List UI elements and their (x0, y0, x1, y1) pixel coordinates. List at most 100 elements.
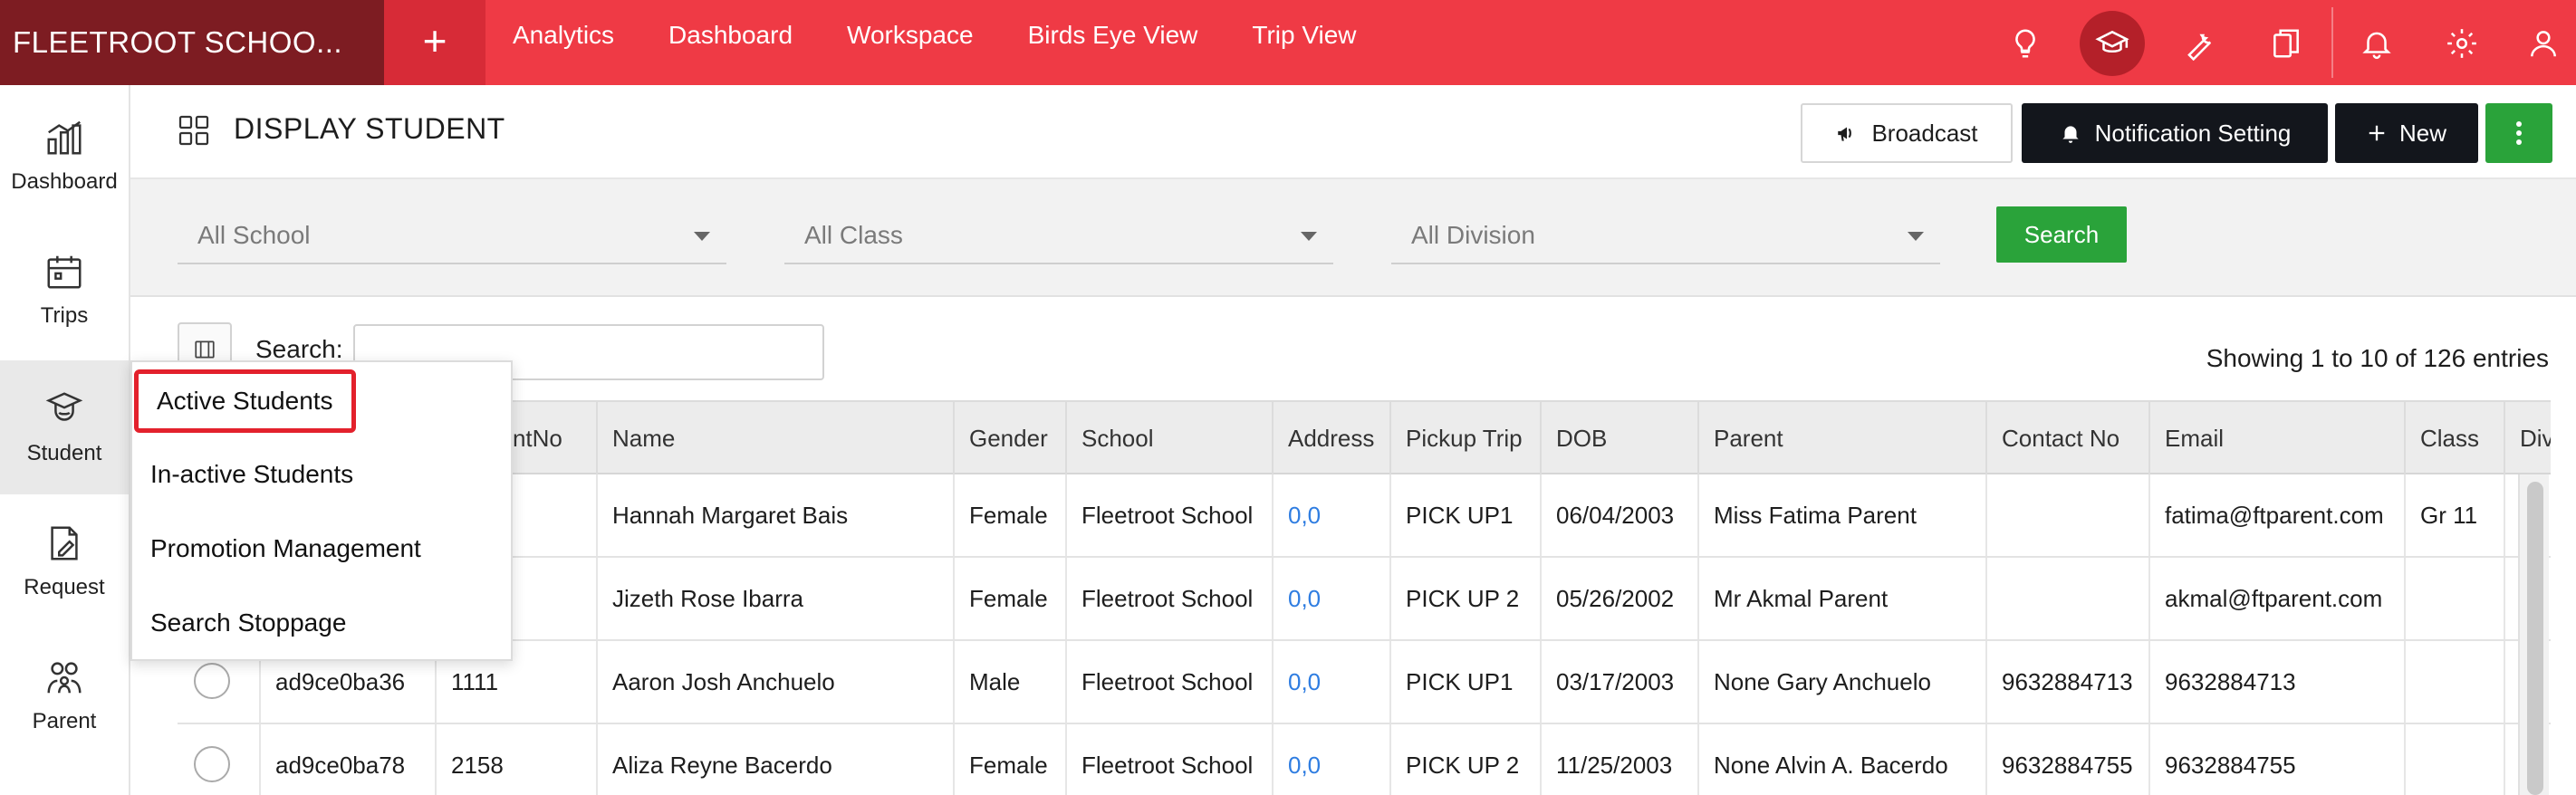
documents-icon[interactable] (2254, 11, 2319, 76)
cell-email: 9632884713 (2150, 641, 2406, 723)
cell-dob: 05/26/2002 (1542, 558, 1699, 639)
new-button[interactable]: New (2335, 103, 2478, 163)
column-header-class[interactable]: Class (2406, 402, 2505, 474)
parent-group-icon (47, 662, 82, 694)
table-row[interactable]: Jizeth Rose Ibarra Female Fleetroot Scho… (178, 558, 2551, 641)
nav-trip-view[interactable]: Trip View (1225, 0, 1383, 85)
class-select-value: All Class (804, 221, 903, 249)
bell-icon (2062, 126, 2079, 143)
row-select-cell[interactable] (178, 724, 261, 795)
grid-icon[interactable] (178, 114, 210, 147)
table-header-row: StudentNo Name Gender School Address Pic… (178, 400, 2551, 474)
cell-parent: None Alvin A. Bacerdo (1699, 724, 1987, 795)
left-sidebar: Dashboard Trips Student Request Parent (0, 85, 130, 795)
cell-id: ad9ce0ba78 (261, 724, 437, 795)
sidebar-item-request[interactable]: Request (0, 494, 129, 628)
column-header-parent[interactable]: Parent (1699, 402, 1987, 474)
more-options-button[interactable] (2485, 103, 2552, 163)
column-header-dob[interactable]: DOB (1542, 402, 1699, 474)
column-header-address[interactable]: Address (1274, 402, 1391, 474)
menu-item-search-stoppage[interactable]: Search Stoppage (150, 608, 346, 637)
top-navbar: FLEETROOT SCHOO... + Analytics Dashboard… (0, 0, 2576, 85)
sidebar-item-student[interactable]: Student (0, 360, 129, 494)
column-header-division[interactable]: Divisi (2505, 402, 2551, 474)
cell-email: akmal@ftparent.com (2150, 558, 2406, 639)
cell-pickup-trip: PICK UP 2 (1391, 724, 1542, 795)
column-header-contact-no[interactable]: Contact No (1987, 402, 2150, 474)
sidebar-label: Student (26, 441, 102, 465)
topbar-divider (2331, 7, 2333, 78)
sidebar-item-trips[interactable]: Trips (0, 223, 129, 357)
row-radio-button[interactable] (194, 746, 230, 782)
cell-pickup-trip: PICK UP 2 (1391, 558, 1542, 639)
menu-item-inactive-students[interactable]: In-active Students (150, 460, 353, 489)
graduation-cap-icon[interactable] (2080, 11, 2145, 76)
quick-add-button[interactable]: + (384, 0, 485, 85)
lightbulb-icon[interactable] (1993, 11, 2058, 76)
cell-class (2406, 558, 2505, 639)
sidebar-item-dashboard[interactable]: Dashboard (0, 89, 129, 223)
chevron-down-icon (694, 232, 710, 241)
cell-address-link[interactable]: 0,0 (1274, 641, 1391, 723)
student-submenu: Active Students In-active Students Promo… (130, 360, 513, 661)
cell-address-link[interactable]: 0,0 (1274, 474, 1391, 556)
menu-item-active-students[interactable]: Active Students (134, 369, 356, 433)
cell-gender: Female (955, 558, 1067, 639)
sidebar-label: Trips (40, 303, 89, 328)
user-icon[interactable] (2511, 11, 2576, 76)
column-header-school[interactable]: School (1067, 402, 1274, 474)
cell-contact-no (1987, 558, 2150, 639)
columns-icon (195, 340, 215, 359)
gear-icon[interactable] (2429, 11, 2494, 76)
calendar-icon (47, 255, 82, 289)
row-radio-button[interactable] (194, 663, 230, 699)
school-select[interactable]: All School (178, 206, 726, 264)
nav-workspace[interactable]: Workspace (820, 0, 1001, 85)
cell-dob: 03/17/2003 (1542, 641, 1699, 723)
table-row[interactable]: ad9ce0ba78 2158 Aliza Reyne Bacerdo Fema… (178, 724, 2551, 795)
nav-birds-eye-view[interactable]: Birds Eye View (1001, 0, 1226, 85)
column-header-pickup-trip[interactable]: Pickup Trip (1391, 402, 1542, 474)
cell-name: Jizeth Rose Ibarra (598, 558, 955, 639)
column-header-email[interactable]: Email (2150, 402, 2406, 474)
cell-email: fatima@ftparent.com (2150, 474, 2406, 556)
column-header-name[interactable]: Name (598, 402, 955, 474)
bell-icon[interactable] (2344, 11, 2409, 76)
table-row[interactable]: ad9ce0ba36 1111 Aaron Josh Anchuelo Male… (178, 641, 2551, 724)
cell-school: Fleetroot School (1067, 724, 1274, 795)
table-vertical-scrollbar[interactable] (2518, 474, 2549, 795)
cell-gender: Male (955, 641, 1067, 723)
broadcast-label: Broadcast (1871, 119, 1978, 147)
scrollbar-thumb[interactable] (2527, 482, 2543, 795)
cell-school: Fleetroot School (1067, 474, 1274, 556)
cell-contact-no: 9632884713 (1987, 641, 2150, 723)
cell-class (2406, 641, 2505, 723)
cell-name: Aliza Reyne Bacerdo (598, 724, 955, 795)
notification-setting-button[interactable]: Notification Setting (2022, 103, 2328, 163)
request-document-icon (51, 526, 78, 560)
app-brand[interactable]: FLEETROOT SCHOO... (0, 0, 384, 85)
chevron-down-icon (1908, 232, 1924, 241)
cell-gender: Female (955, 724, 1067, 795)
cell-pickup-trip: PICK UP1 (1391, 641, 1542, 723)
wrench-icon[interactable] (2167, 11, 2232, 76)
new-label: New (2398, 119, 2446, 147)
nav-dashboard[interactable]: Dashboard (641, 0, 820, 85)
table-row[interactable]: Hannah Margaret Bais Female Fleetroot Sc… (178, 474, 2551, 558)
column-header-gender[interactable]: Gender (955, 402, 1067, 474)
cell-address-link[interactable]: 0,0 (1274, 558, 1391, 639)
notification-setting-label: Notification Setting (2094, 119, 2292, 147)
broadcast-button[interactable]: Broadcast (1801, 103, 2013, 163)
class-select[interactable]: All Class (784, 206, 1333, 264)
nav-analytics[interactable]: Analytics (485, 0, 641, 85)
chevron-down-icon (1301, 232, 1317, 241)
cell-address-link[interactable]: 0,0 (1274, 724, 1391, 795)
cell-gender: Female (955, 474, 1067, 556)
filter-search-button[interactable]: Search (1996, 206, 2127, 263)
division-select[interactable]: All Division (1391, 206, 1940, 264)
menu-item-promotion-management[interactable]: Promotion Management (150, 534, 421, 563)
cell-pickup-trip: PICK UP1 (1391, 474, 1542, 556)
school-select-value: All School (197, 221, 311, 249)
cell-school: Fleetroot School (1067, 558, 1274, 639)
sidebar-item-parent[interactable]: Parent (0, 628, 129, 762)
